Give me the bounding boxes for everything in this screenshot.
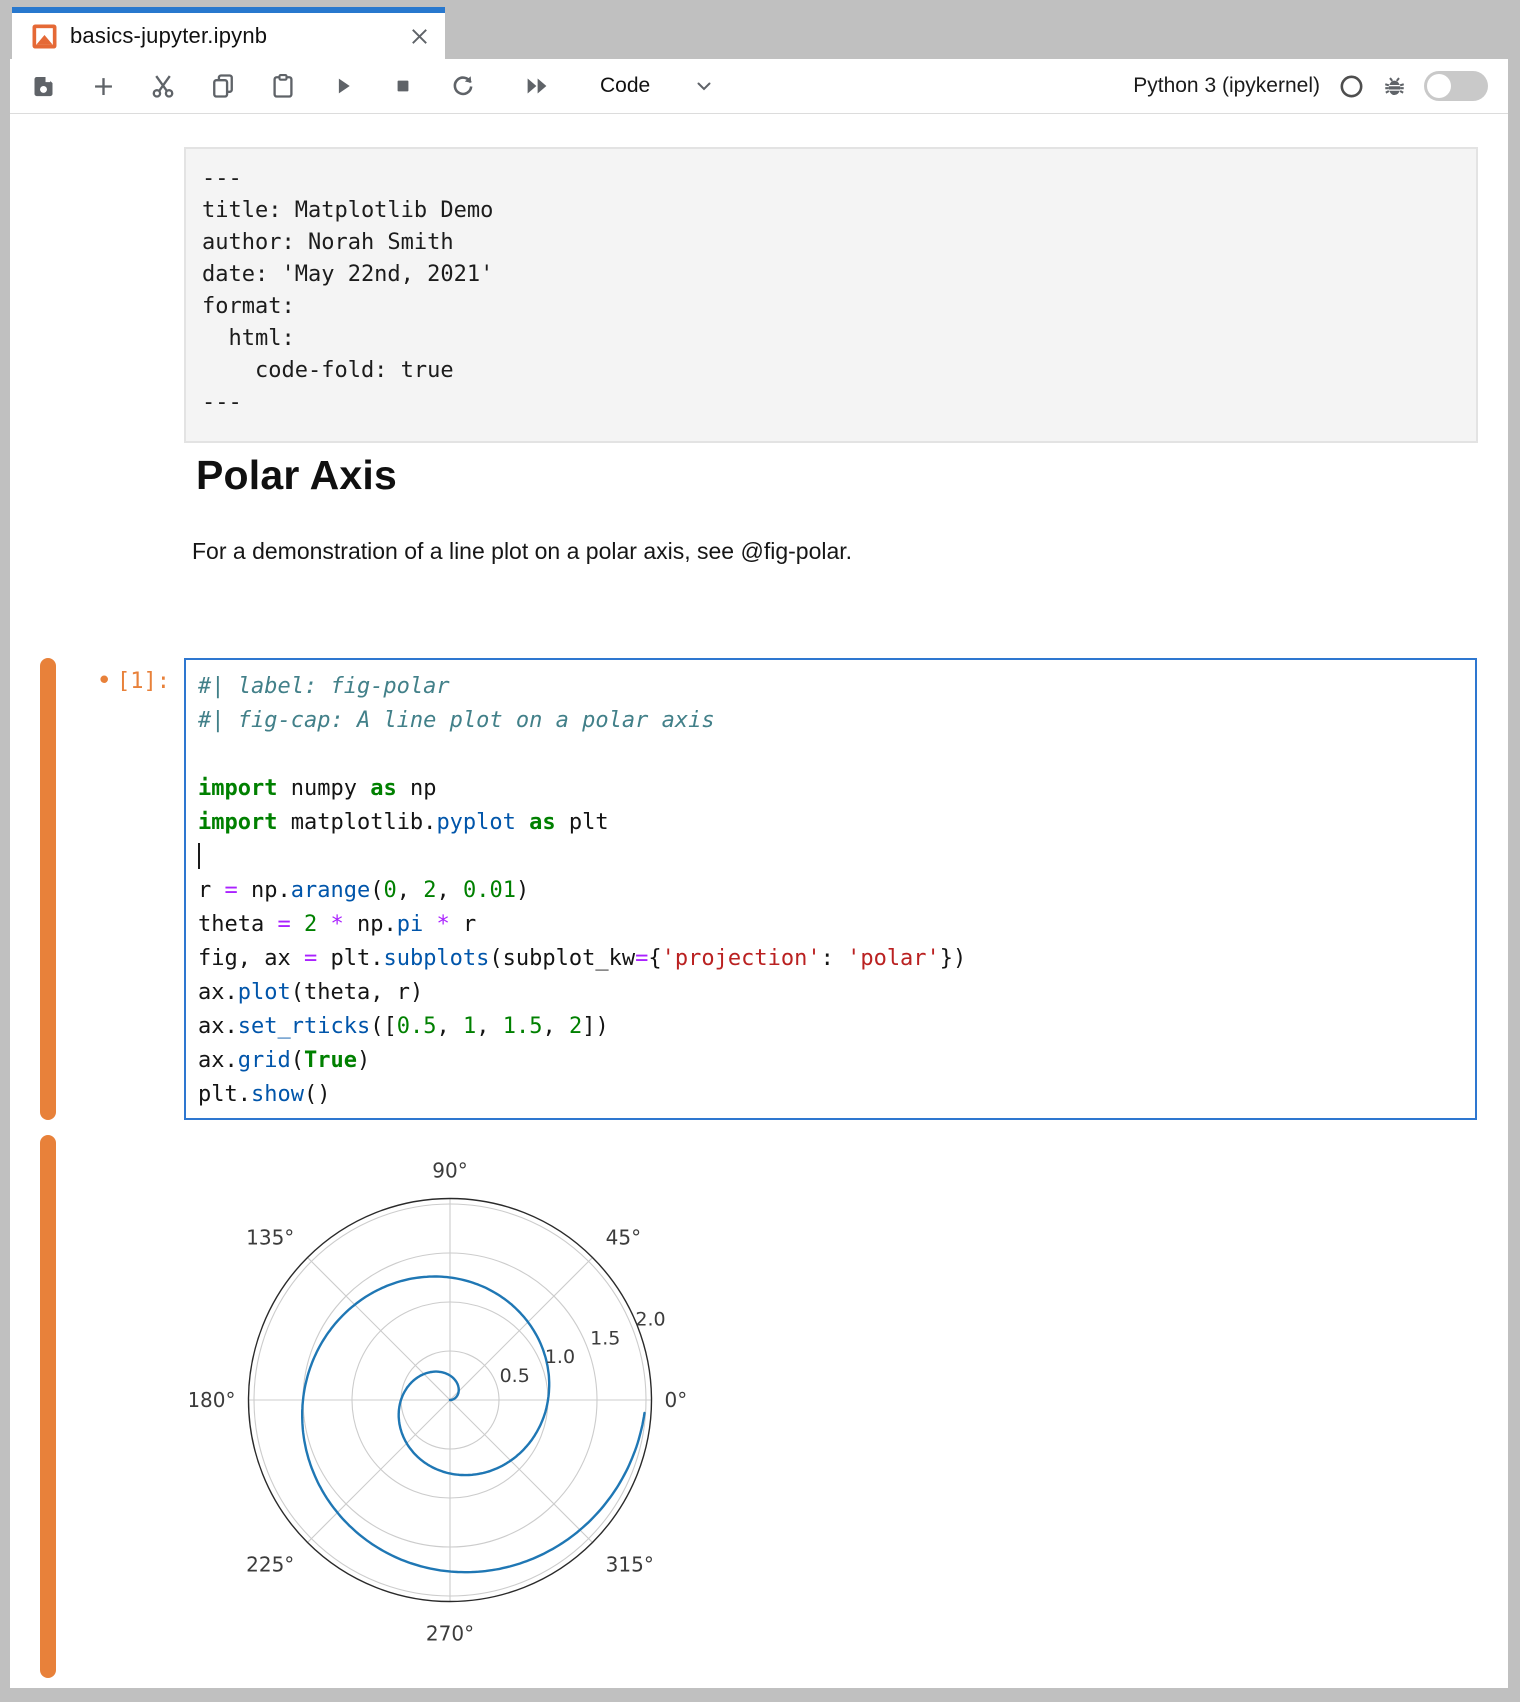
svg-text:270°: 270° [426,1622,474,1646]
toggle-knob [1427,74,1451,98]
svg-text:135°: 135° [246,1225,294,1249]
restart-kernel-button[interactable] [448,71,478,101]
clipboard-icon [269,72,297,100]
code-line[interactable]: r = np.arange(0, 2, 0.01) [198,874,1463,908]
code-cell[interactable]: #| label: fig-polar#| fig-cap: A line pl… [184,658,1477,1120]
code-line[interactable]: plt.show() [198,1078,1463,1112]
code-line[interactable]: import matplotlib.pyplot as plt [198,806,1463,840]
code-line[interactable]: theta = 2 * np.pi * r [198,908,1463,942]
svg-text:180°: 180° [190,1388,236,1412]
code-line[interactable]: ax.grid(True) [198,1044,1463,1078]
debugger-bug-icon[interactable] [1381,73,1408,100]
svg-text:0.5: 0.5 [500,1365,530,1387]
restart-run-all-button[interactable] [522,71,552,101]
output-collapser[interactable] [40,1135,56,1678]
cut-cells-button[interactable] [148,71,178,101]
svg-text:45°: 45° [606,1225,641,1249]
svg-text:1.5: 1.5 [590,1327,620,1349]
kernel-status-icon[interactable] [1338,73,1365,100]
svg-text:2.0: 2.0 [635,1309,665,1331]
jupyter-window: { "tab": { "title": "basics-jupyter.ipyn… [0,0,1520,1702]
svg-text:225°: 225° [246,1553,294,1577]
code-line[interactable]: ax.set_rticks([0.5, 1, 1.5, 2]) [198,1010,1463,1044]
polar-plot-output: 0.5 1.0 1.5 2.0 0° 45° 90° 135° 180° 225° 270° 315° [190,1140,710,1660]
svg-text:0°: 0° [665,1388,688,1412]
code-line[interactable]: #| fig-cap: A line plot on a polar axis [198,704,1463,738]
cell-type-select[interactable]: Code [600,74,716,98]
cell-type-value: Code [600,74,650,98]
kernel-name[interactable]: Python 3 (ipykernel) [1133,74,1320,98]
raw-cell[interactable]: --- title: Matplotlib Demo author: Norah… [184,147,1478,443]
play-icon [330,73,356,99]
insert-cell-button[interactable] [88,71,118,101]
refresh-icon [449,72,477,100]
code-line[interactable] [198,738,1463,772]
code-line[interactable]: ax.plot(theta, r) [198,976,1463,1010]
unsaved-changes-dot: • [96,666,112,696]
code-editor[interactable]: #| label: fig-polar#| fig-cap: A line pl… [186,660,1475,1122]
paste-cells-button[interactable] [268,71,298,101]
execution-count: [1]: [117,669,170,694]
copy-cells-button[interactable] [208,71,238,101]
code-line[interactable]: fig, ax = plt.subplots(subplot_kw={'proj… [198,942,1463,976]
notebook-tab[interactable]: basics-jupyter.ipynb [12,7,445,59]
svg-text:315°: 315° [606,1553,654,1577]
code-line[interactable]: #| label: fig-polar [198,670,1463,704]
scissors-icon [149,72,177,100]
notebook-toolbar: Code Python 3 (ipykernel) [10,59,1508,114]
tab-title: basics-jupyter.ipynb [70,23,408,49]
chevron-down-icon [692,74,716,98]
svg-text:90°: 90° [432,1159,467,1183]
markdown-heading: Polar Axis [196,452,397,499]
run-cell-button[interactable] [328,71,358,101]
stop-icon [390,73,416,99]
raw-cell-text[interactable]: --- title: Matplotlib Demo author: Norah… [186,149,1476,433]
plus-icon [90,73,117,100]
save-button[interactable] [28,71,58,101]
close-icon[interactable] [408,25,431,48]
code-line[interactable]: import numpy as np [198,772,1463,806]
notebook-file-icon [32,24,57,49]
execution-prompt: •[1]: [52,664,170,699]
text-cursor [198,843,200,869]
markdown-paragraph: For a demonstration of a line plot on a … [192,538,852,565]
floppy-icon [30,73,57,100]
svg-text:1.0: 1.0 [545,1346,575,1368]
code-cell-collapser[interactable] [40,658,56,1120]
interrupt-kernel-button[interactable] [388,71,418,101]
simple-mode-toggle[interactable] [1424,71,1488,101]
fast-forward-icon [522,71,552,101]
code-line[interactable] [198,840,1463,874]
copy-icon [209,72,237,100]
